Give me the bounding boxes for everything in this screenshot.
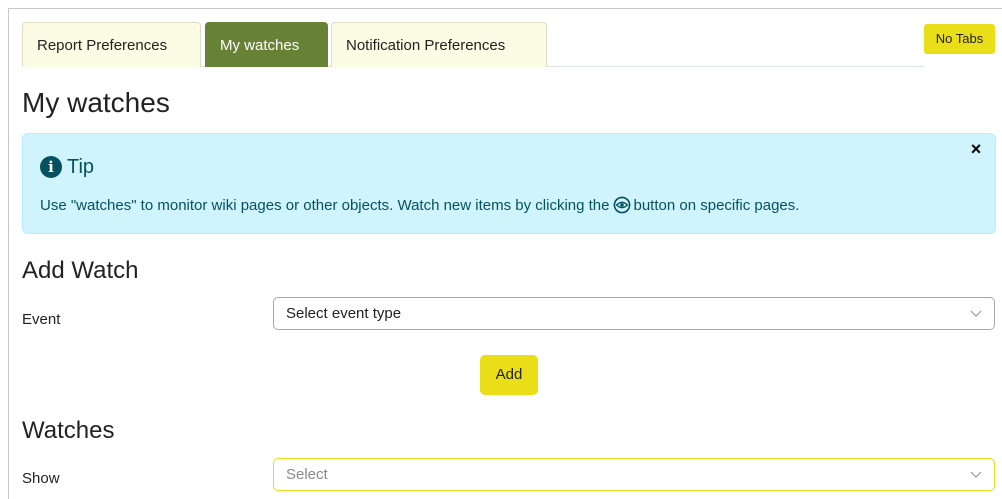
add-watch-heading: Add Watch (22, 257, 139, 284)
page-frame (8, 8, 1002, 499)
tip-alert: i Tip × Use "watches" to monitor wiki pa… (22, 133, 996, 234)
tip-text-after: button on specific pages. (633, 196, 800, 214)
tab-my-watches[interactable]: My watches (205, 22, 328, 67)
chevron-down-icon (970, 471, 982, 478)
close-icon[interactable]: × (967, 140, 985, 158)
eye-icon (613, 196, 630, 214)
tip-text-before: Use "watches" to monitor wiki pages or o… (40, 196, 610, 214)
tab-notification-preferences[interactable]: Notification Preferences (331, 22, 547, 67)
event-label: Event (22, 311, 61, 328)
add-button[interactable]: Add (480, 355, 538, 395)
event-type-select[interactable]: Select event type (273, 297, 995, 330)
chevron-down-icon (970, 310, 982, 317)
tip-text: Use "watches" to monitor wiki pages or o… (40, 196, 799, 214)
event-select-value: Select event type (286, 305, 402, 322)
info-circle-icon: i (40, 156, 62, 178)
tip-header: i Tip (40, 154, 94, 180)
tab-bar: Report Preferences My watches Notificati… (22, 22, 924, 67)
show-select[interactable]: Select (273, 458, 995, 491)
show-label: Show (22, 470, 60, 487)
tip-title: Tip (67, 155, 95, 178)
page-title: My watches (22, 87, 170, 118)
no-tabs-button[interactable]: No Tabs (924, 24, 995, 54)
watches-heading: Watches (22, 417, 115, 444)
tab-report-preferences[interactable]: Report Preferences (22, 22, 201, 67)
show-select-placeholder: Select (286, 466, 328, 483)
